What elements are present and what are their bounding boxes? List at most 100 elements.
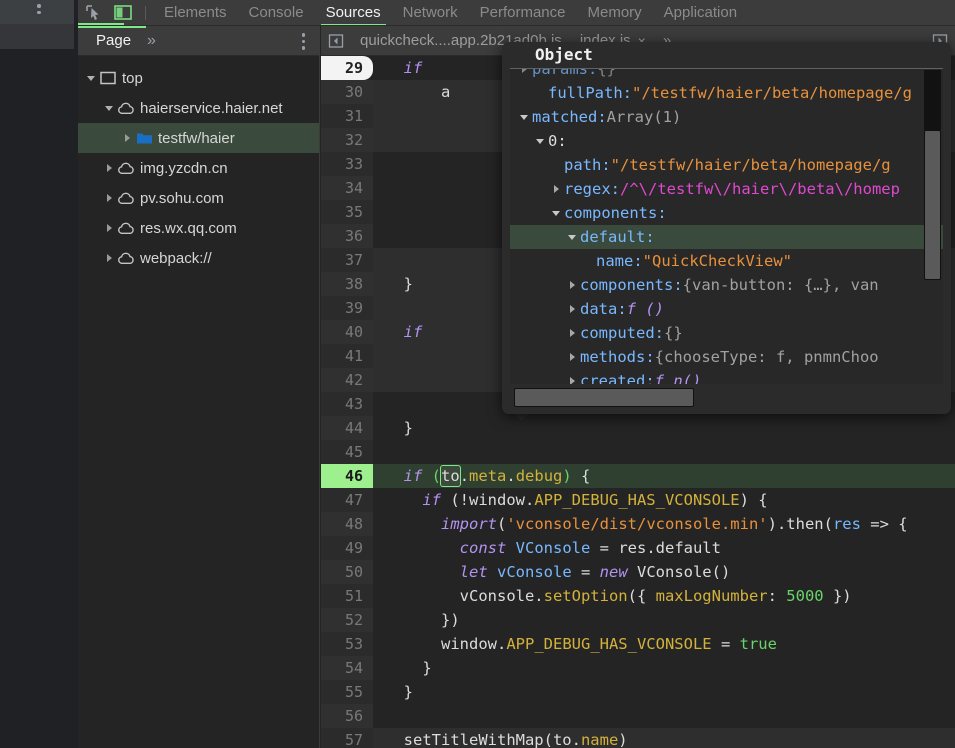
chevron-right-icon[interactable] bbox=[102, 223, 115, 233]
tab-elements[interactable]: Elements bbox=[153, 0, 238, 26]
chevron-down-icon[interactable] bbox=[564, 232, 580, 242]
code-line-51[interactable]: 51 vConsole.setOption({ maxLogNumber: 50… bbox=[321, 584, 955, 608]
chevron-down-icon[interactable] bbox=[516, 112, 532, 122]
kebab-menu-icon[interactable] bbox=[37, 4, 41, 17]
object-property-row[interactable]: methods: {chooseType: f, pnmnChoo bbox=[510, 345, 943, 369]
line-number[interactable]: 45 bbox=[321, 440, 373, 464]
line-number[interactable]: 30 bbox=[321, 80, 373, 104]
tab-performance[interactable]: Performance bbox=[469, 0, 577, 26]
line-number[interactable]: 39 bbox=[321, 296, 373, 320]
navigator-tab-page[interactable]: Page bbox=[78, 26, 141, 56]
code-line-52[interactable]: 52 }) bbox=[321, 608, 955, 632]
code-line-47[interactable]: 47 if (!window.APP_DEBUG_HAS_VCONSOLE) { bbox=[321, 488, 955, 512]
tab-console[interactable]: Console bbox=[238, 0, 315, 26]
code-line-46[interactable]: 46 if (to.meta.debug) { bbox=[321, 464, 955, 488]
line-number[interactable]: 33 bbox=[321, 152, 373, 176]
object-property-row[interactable]: fullPath: "/testfw/haier/beta/homepage/g bbox=[510, 81, 943, 105]
line-number[interactable]: 36 bbox=[321, 224, 373, 248]
object-property-row[interactable]: path: "/testfw/haier/beta/homepage/g bbox=[510, 153, 943, 177]
horizontal-scrollbar[interactable] bbox=[514, 388, 694, 407]
tree-row-testfw-haier[interactable]: testfw/haier bbox=[78, 123, 319, 153]
tree-row-haierservice-haier-net[interactable]: haierservice.haier.net bbox=[78, 93, 319, 123]
line-number[interactable]: 37 bbox=[321, 248, 373, 272]
vertical-scrollbar[interactable] bbox=[924, 130, 941, 280]
line-number[interactable]: 29 bbox=[321, 56, 373, 80]
line-number[interactable]: 31 bbox=[321, 104, 373, 128]
line-number[interactable]: 49 bbox=[321, 536, 373, 560]
code-line-57[interactable]: 57 setTitleWithMap(to.name) bbox=[321, 728, 955, 748]
navigator-more-tabs[interactable]: » bbox=[141, 26, 162, 56]
code-line-49[interactable]: 49 const VConsole = res.default bbox=[321, 536, 955, 560]
hovered-token[interactable]: to bbox=[441, 466, 460, 486]
object-property-row[interactable]: components: bbox=[510, 201, 943, 225]
line-number[interactable]: 43 bbox=[321, 392, 373, 416]
chevron-right-icon[interactable] bbox=[102, 193, 115, 203]
object-property-row[interactable]: computed: {} bbox=[510, 321, 943, 345]
line-number[interactable]: 44 bbox=[321, 416, 373, 440]
tab-network[interactable]: Network bbox=[392, 0, 469, 26]
code-line-55[interactable]: 55 } bbox=[321, 680, 955, 704]
object-property-row[interactable]: params: {} bbox=[510, 69, 943, 81]
line-number[interactable]: 53 bbox=[321, 632, 373, 656]
object-property-row[interactable]: regex: /^\/testfw\/haier\/beta\/homep bbox=[510, 177, 943, 201]
chevron-down-icon[interactable] bbox=[84, 73, 97, 83]
chevron-right-icon[interactable] bbox=[564, 376, 580, 384]
line-number[interactable]: 48 bbox=[321, 512, 373, 536]
device-toolbar-icon[interactable] bbox=[108, 0, 138, 26]
line-number[interactable]: 47 bbox=[321, 488, 373, 512]
chevron-right-icon[interactable] bbox=[102, 253, 115, 263]
object-property-list[interactable]: params: {}fullPath: "/testfw/haier/beta/… bbox=[510, 69, 943, 384]
line-number[interactable]: 56 bbox=[321, 704, 373, 728]
line-number[interactable]: 54 bbox=[321, 656, 373, 680]
object-property-row[interactable]: matched: Array(1) bbox=[510, 105, 943, 129]
chevron-right-icon[interactable] bbox=[516, 69, 532, 74]
line-number[interactable]: 51 bbox=[321, 584, 373, 608]
code-line-53[interactable]: 53 window.APP_DEBUG_HAS_VCONSOLE = true bbox=[321, 632, 955, 656]
tree-row-img-yzcdn-cn[interactable]: img.yzcdn.cn bbox=[78, 153, 319, 183]
line-number[interactable]: 38 bbox=[321, 272, 373, 296]
chevron-right-icon[interactable] bbox=[564, 328, 580, 338]
tab-sources[interactable]: Sources bbox=[315, 0, 392, 26]
tab-scroll-left-icon[interactable] bbox=[321, 26, 351, 56]
chevron-down-icon[interactable] bbox=[102, 103, 115, 113]
chevron-right-icon[interactable] bbox=[102, 163, 115, 173]
code-line-45[interactable]: 45 bbox=[321, 440, 955, 464]
chevron-right-icon[interactable] bbox=[564, 304, 580, 314]
object-property-row[interactable]: data: f () bbox=[510, 297, 943, 321]
code-line-54[interactable]: 54 } bbox=[321, 656, 955, 680]
object-property-row[interactable]: name: "QuickCheckView" bbox=[510, 249, 943, 273]
code-line-48[interactable]: 48 import('vconsole/dist/vconsole.min').… bbox=[321, 512, 955, 536]
line-number[interactable]: 35 bbox=[321, 200, 373, 224]
line-number[interactable]: 46 bbox=[321, 464, 373, 488]
more-options-icon[interactable] bbox=[302, 33, 306, 53]
object-property-row[interactable]: 0: bbox=[510, 129, 943, 153]
inspect-element-icon[interactable] bbox=[78, 0, 108, 26]
chevron-down-icon[interactable] bbox=[548, 208, 564, 218]
line-number[interactable]: 41 bbox=[321, 344, 373, 368]
line-number[interactable]: 55 bbox=[321, 680, 373, 704]
line-number[interactable]: 42 bbox=[321, 368, 373, 392]
line-number[interactable]: 40 bbox=[321, 320, 373, 344]
object-property-row[interactable]: components: {van-button: {…}, van bbox=[510, 273, 943, 297]
tree-row-pv-sohu-com[interactable]: pv.sohu.com bbox=[78, 183, 319, 213]
tab-application[interactable]: Application bbox=[653, 0, 748, 26]
tree-row-res-wx-qq-com[interactable]: res.wx.qq.com bbox=[78, 213, 319, 243]
chevron-right-icon[interactable] bbox=[564, 280, 580, 290]
line-number[interactable]: 52 bbox=[321, 608, 373, 632]
line-number[interactable]: 34 bbox=[321, 176, 373, 200]
chevron-down-icon[interactable] bbox=[532, 136, 548, 146]
code-line-44[interactable]: 44 } bbox=[321, 416, 955, 440]
line-number[interactable]: 50 bbox=[321, 560, 373, 584]
object-property-row[interactable]: default: bbox=[510, 225, 943, 249]
object-property-row[interactable]: created: f n() bbox=[510, 369, 943, 384]
chevron-right-icon[interactable] bbox=[564, 352, 580, 362]
chevron-right-icon[interactable] bbox=[120, 133, 133, 143]
chevron-right-icon[interactable] bbox=[548, 184, 564, 194]
line-number[interactable]: 57 bbox=[321, 728, 373, 748]
code-line-56[interactable]: 56 bbox=[321, 704, 955, 728]
tab-memory[interactable]: Memory bbox=[577, 0, 653, 26]
line-number[interactable]: 32 bbox=[321, 128, 373, 152]
tree-row-webpack-[interactable]: webpack:// bbox=[78, 243, 319, 273]
code-line-50[interactable]: 50 let vConsole = new VConsole() bbox=[321, 560, 955, 584]
tree-row-top[interactable]: top bbox=[78, 63, 319, 93]
